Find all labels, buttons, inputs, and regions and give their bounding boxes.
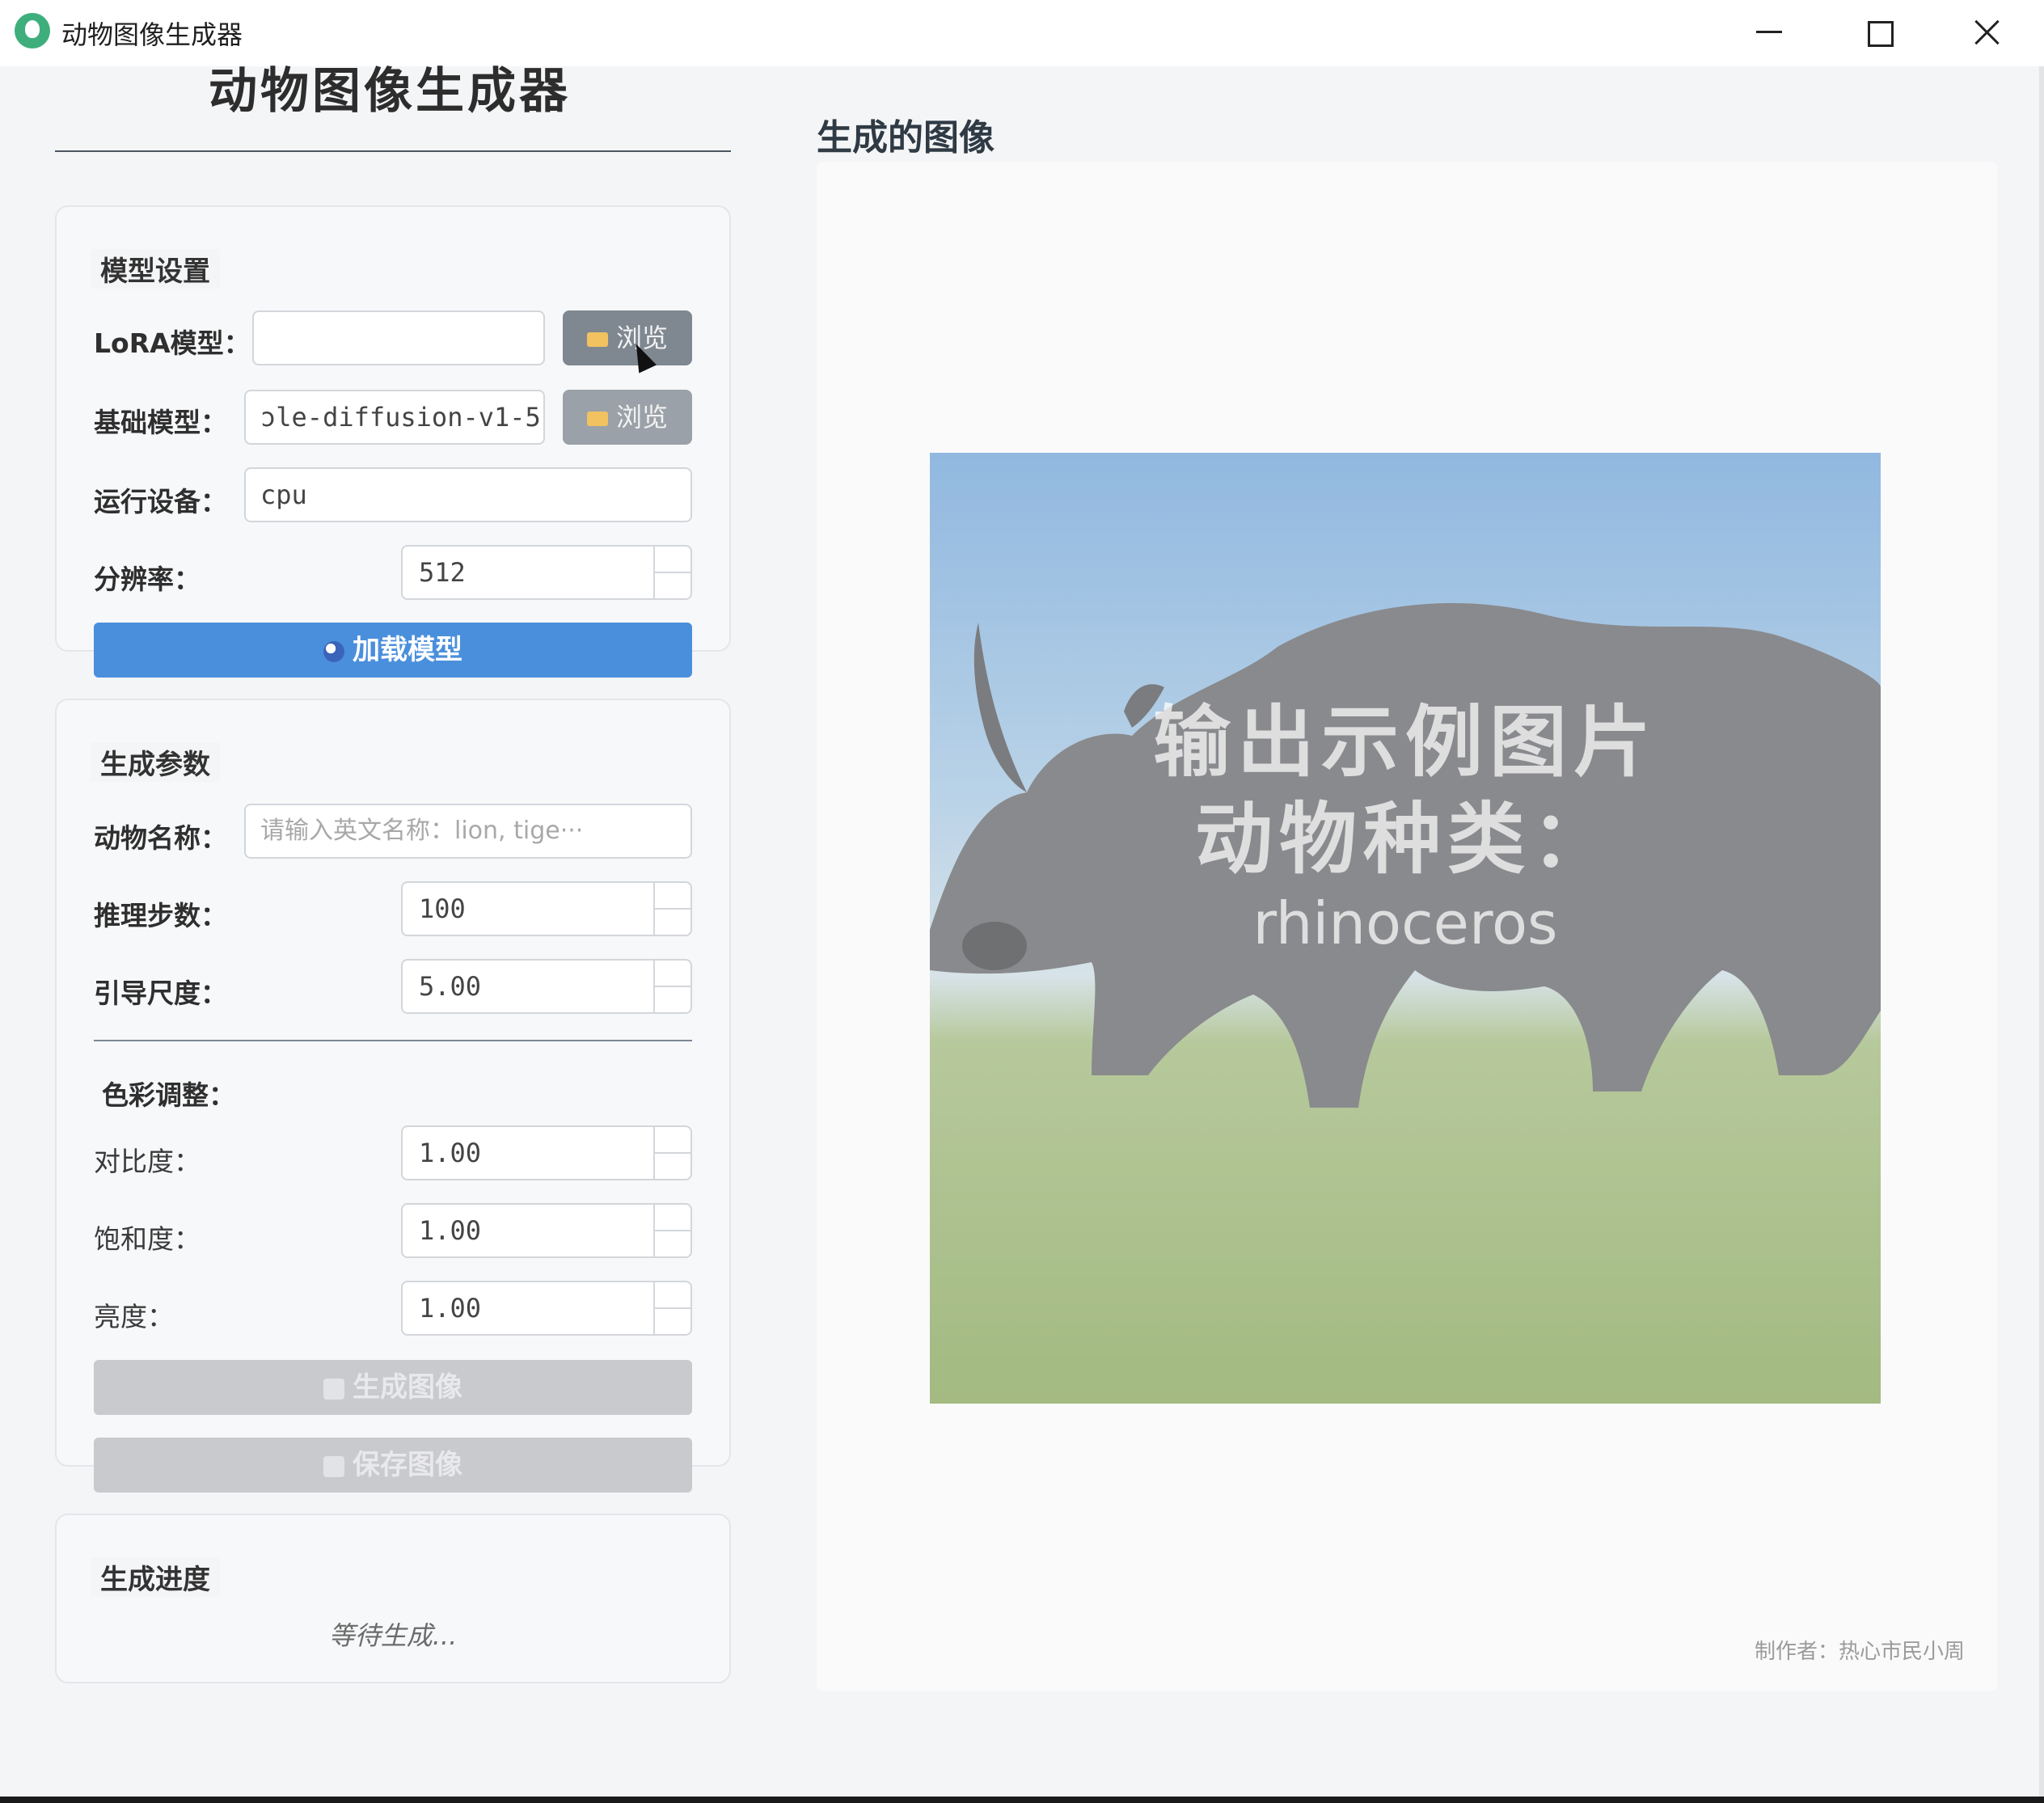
minimize-button[interactable] [1730,8,1811,58]
generate-image-button[interactable]: 生成图像 [94,1360,692,1415]
base-model-input[interactable]: ɔle-diffusion-v1-5 [244,390,545,445]
spin-up-button[interactable] [653,1127,690,1153]
window-edge [2039,66,2044,1797]
spin-up-button[interactable] [653,883,690,909]
spin-down-button[interactable] [653,1231,690,1256]
section-divider [94,1040,692,1041]
progress-status: 等待生成... [328,1620,458,1651]
watermark-line-1: 输出示例图片 [1153,697,1658,787]
save-label: 保存图像 [353,1449,462,1481]
saturation-value: 1.00 [419,1215,482,1246]
brightness-spinbox[interactable]: 1.00 [401,1281,692,1336]
lora-input[interactable] [252,310,545,365]
maximize-button[interactable] [1839,8,1919,58]
window-title: 动物图像生成器 [61,19,243,50]
device-label: 运行设备： [94,486,227,517]
steps-spinbox[interactable]: 100 [401,881,692,936]
generated-image: 输出示例图片 动物种类： rhinoceros [930,453,1881,1404]
heading-divider [55,150,731,152]
animal-name-label: 动物名称： [94,822,227,854]
app-heading: 动物图像生成器 [209,63,571,120]
generate-label: 生成图像 [353,1371,462,1404]
steps-value: 100 [419,893,466,924]
guidance-spinbox[interactable]: 5.00 [401,959,692,1014]
steps-label: 推理步数： [94,900,227,931]
watermark-line-2: 动物种类： [1195,794,1615,885]
generation-params-title: 生成参数 [91,742,220,782]
contrast-value: 1.00 [419,1138,482,1168]
output-title: 生成的图像 [817,117,995,158]
color-adjust-title: 色彩调整： [102,1079,235,1111]
load-model-label: 加载模型 [353,634,462,666]
spin-up-button[interactable] [653,961,690,986]
folder-icon [586,412,608,426]
lora-browse-button[interactable]: 浏览 [563,310,692,365]
model-settings-title: 模型设置 [91,249,220,289]
saturation-spinbox[interactable]: 1.00 [401,1203,692,1258]
contrast-spinbox[interactable]: 1.00 [401,1125,692,1180]
spin-down-button[interactable] [653,572,690,598]
resolution-spinbox[interactable]: 512 [401,545,692,600]
animal-name-input[interactable]: 请输入英文名称：lion, tige··· [244,804,692,859]
watermark-line-3: rhinoceros [1252,889,1558,957]
lora-label: LoRA模型： [94,327,251,359]
spin-up-button[interactable] [653,1282,690,1308]
spin-down-button[interactable] [653,986,690,1012]
resolution-label: 分辨率： [94,564,201,595]
save-icon [323,1455,344,1477]
folder-icon [586,332,608,347]
spin-down-button[interactable] [653,1308,690,1334]
contrast-label: 对比度： [94,1146,201,1177]
spin-down-button[interactable] [653,909,690,935]
hand-icon [323,1378,344,1400]
progress-title: 生成进度 [91,1557,220,1597]
browse-label: 浏览 [615,402,668,433]
load-model-button[interactable]: 加载模型 [94,623,692,678]
progress-group [55,1514,731,1683]
base-model-label: 基础模型： [94,407,227,438]
saturation-label: 饱和度： [94,1223,201,1255]
brightness-label: 亮度： [94,1301,174,1332]
device-input[interactable]: cpu [244,467,692,522]
close-button[interactable] [1947,8,2028,58]
spin-up-button[interactable] [653,547,690,572]
author-credit: 制作者：热心市民小周 [1754,1640,1965,1664]
save-image-button[interactable]: 保存图像 [94,1438,692,1493]
resolution-value: 512 [419,557,466,588]
brightness-value: 1.00 [419,1293,482,1324]
spin-up-button[interactable] [653,1205,690,1231]
spin-down-button[interactable] [653,1153,690,1179]
screen-bottom-edge [0,1797,2044,1803]
app-icon [15,13,50,49]
guidance-label: 引导尺度： [94,978,227,1009]
base-model-browse-button[interactable]: 浏览 [563,390,692,445]
guidance-value: 5.00 [419,971,482,1002]
load-icon [323,640,344,662]
